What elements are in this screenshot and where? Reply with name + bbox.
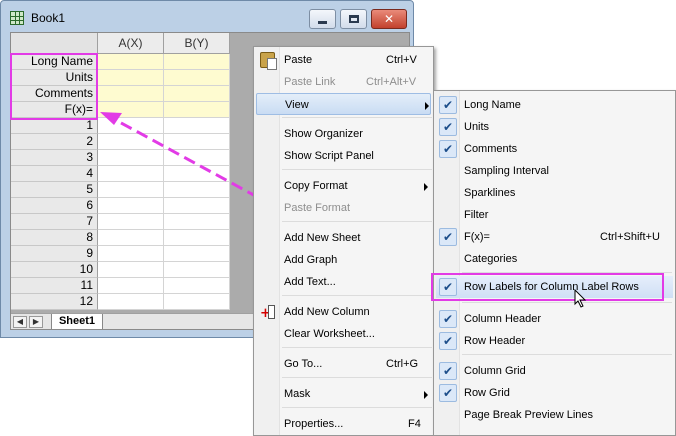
view-option-label: Row Labels for Column Label Rows	[464, 281, 639, 293]
menu-item-add-new-column[interactable]: + Add New Column	[256, 301, 431, 323]
menu-item-add-graph[interactable]: Add Graph	[256, 249, 431, 271]
add-column-icon: +	[260, 305, 276, 321]
view-option-label: Comments	[464, 143, 518, 155]
view-option-sampling-interval[interactable]: Sampling Interval	[436, 160, 673, 182]
view-option-row-labels-for-column-label-rows[interactable]: ✔ Row Labels for Column Label Rows	[436, 276, 673, 298]
menu-item-label: Paste Format	[284, 202, 351, 214]
menu-item-label: Add New Sheet	[284, 232, 361, 244]
view-option-column-header[interactable]: ✔ Column Header	[436, 308, 673, 330]
view-option-label: Categories	[464, 253, 518, 265]
menu-separator	[282, 407, 432, 408]
check-icon: ✔	[439, 96, 457, 114]
menu-item-properties[interactable]: Properties... F4	[256, 413, 431, 435]
check-icon: ✔	[439, 384, 457, 402]
view-submenu: ✔ Long Name ✔ Units ✔ Comments Sampling Interv…	[433, 90, 676, 436]
view-option-page-break-preview-lines[interactable]: Page Break Preview Lines	[436, 404, 673, 426]
menu-item-copy-format[interactable]: Copy Format	[256, 175, 431, 197]
check-icon: ✔	[439, 228, 457, 246]
menu-item-label: View	[285, 99, 309, 111]
view-option-label: Column Header	[464, 313, 542, 325]
submenu-arrow-icon	[425, 102, 429, 110]
menu-item-label: Show Script Panel	[284, 150, 374, 162]
view-option-label: Sparklines	[464, 187, 516, 199]
menu-item-label: Paste Link	[284, 76, 336, 88]
mouse-cursor-icon	[574, 289, 587, 308]
view-option-label: Long Name	[464, 99, 521, 111]
menu-separator	[462, 272, 672, 273]
view-option-long-name[interactable]: ✔ Long Name	[436, 94, 673, 116]
view-option-shortcut: Ctrl+Shift+U	[600, 231, 660, 243]
view-option-label: Page Break Preview Lines	[464, 409, 594, 421]
menu-item-shortcut: Ctrl+Alt+V	[366, 76, 417, 88]
view-option-categories[interactable]: Categories	[436, 248, 673, 270]
menu-item-go-to[interactable]: Go To... Ctrl+G	[256, 353, 431, 375]
menu-item-paste[interactable]: Paste Ctrl+V	[256, 49, 431, 71]
menu-item-label: Go To...	[284, 358, 323, 370]
menu-separator	[462, 354, 672, 355]
menu-item-show-organizer[interactable]: Show Organizer	[256, 123, 431, 145]
view-option-filter[interactable]: Filter	[436, 204, 673, 226]
menu-item-mask[interactable]: Mask	[256, 383, 431, 405]
menu-item-label: Show Organizer	[284, 128, 363, 140]
view-option-label: F(x)=	[464, 231, 490, 243]
view-option-label: Units	[464, 121, 490, 133]
menu-separator	[282, 169, 432, 170]
menu-item-shortcut: Ctrl+V	[386, 54, 417, 66]
check-icon: ✔	[439, 278, 457, 296]
menu-item-label: Copy Format	[284, 180, 348, 192]
view-option-units[interactable]: ✔ Units	[436, 116, 673, 138]
view-option-label: Row Header	[464, 335, 526, 347]
submenu-arrow-icon	[424, 391, 428, 399]
view-option-row-grid[interactable]: ✔ Row Grid	[436, 382, 673, 404]
submenu-arrow-icon	[424, 183, 428, 191]
menu-separator	[462, 302, 672, 303]
menu-separator	[282, 295, 432, 296]
view-option-sparklines[interactable]: Sparklines	[436, 182, 673, 204]
menu-item-shortcut: F4	[408, 418, 421, 430]
menu-separator	[282, 117, 432, 118]
menu-item-show-script-panel[interactable]: Show Script Panel	[256, 145, 431, 167]
check-icon: ✔	[439, 140, 457, 158]
check-icon: ✔	[439, 332, 457, 350]
view-option-label: Column Grid	[464, 365, 526, 377]
menu-item-paste-link[interactable]: Paste Link Ctrl+Alt+V	[256, 71, 431, 93]
menu-item-label: Add Text...	[284, 276, 336, 288]
check-icon: ✔	[439, 118, 457, 136]
menu-separator	[282, 347, 432, 348]
menu-item-clear-worksheet[interactable]: Clear Worksheet...	[256, 323, 431, 345]
context-menu: Paste Ctrl+V Paste Link Ctrl+Alt+V View Show …	[253, 46, 434, 436]
menu-item-paste-format[interactable]: Paste Format	[256, 197, 431, 219]
menu-separator	[282, 221, 432, 222]
view-option-label: Sampling Interval	[464, 165, 549, 177]
menu-item-label: Add Graph	[284, 254, 338, 266]
menu-item-label: Properties...	[284, 418, 344, 430]
view-option-column-grid[interactable]: ✔ Column Grid	[436, 360, 673, 382]
check-icon: ✔	[439, 310, 457, 328]
menu-item-label: Add New Column	[284, 306, 370, 318]
view-option-comments[interactable]: ✔ Comments	[436, 138, 673, 160]
check-icon: ✔	[439, 362, 457, 380]
menu-separator	[282, 377, 432, 378]
view-option-f-x[interactable]: ✔ F(x)= Ctrl+Shift+U	[436, 226, 673, 248]
menu-item-label: Paste	[284, 54, 313, 66]
menu-item-shortcut: Ctrl+G	[386, 358, 419, 370]
view-option-row-header[interactable]: ✔ Row Header	[436, 330, 673, 352]
menu-item-add-text[interactable]: Add Text...	[256, 271, 431, 293]
menu-item-add-new-sheet[interactable]: Add New Sheet	[256, 227, 431, 249]
menu-item-view[interactable]: View	[256, 93, 431, 115]
view-option-label: Row Grid	[464, 387, 510, 399]
menu-item-label: Clear Worksheet...	[284, 328, 375, 340]
paste-icon	[260, 52, 277, 70]
view-option-label: Filter	[464, 209, 489, 221]
menu-item-label: Mask	[284, 388, 311, 400]
